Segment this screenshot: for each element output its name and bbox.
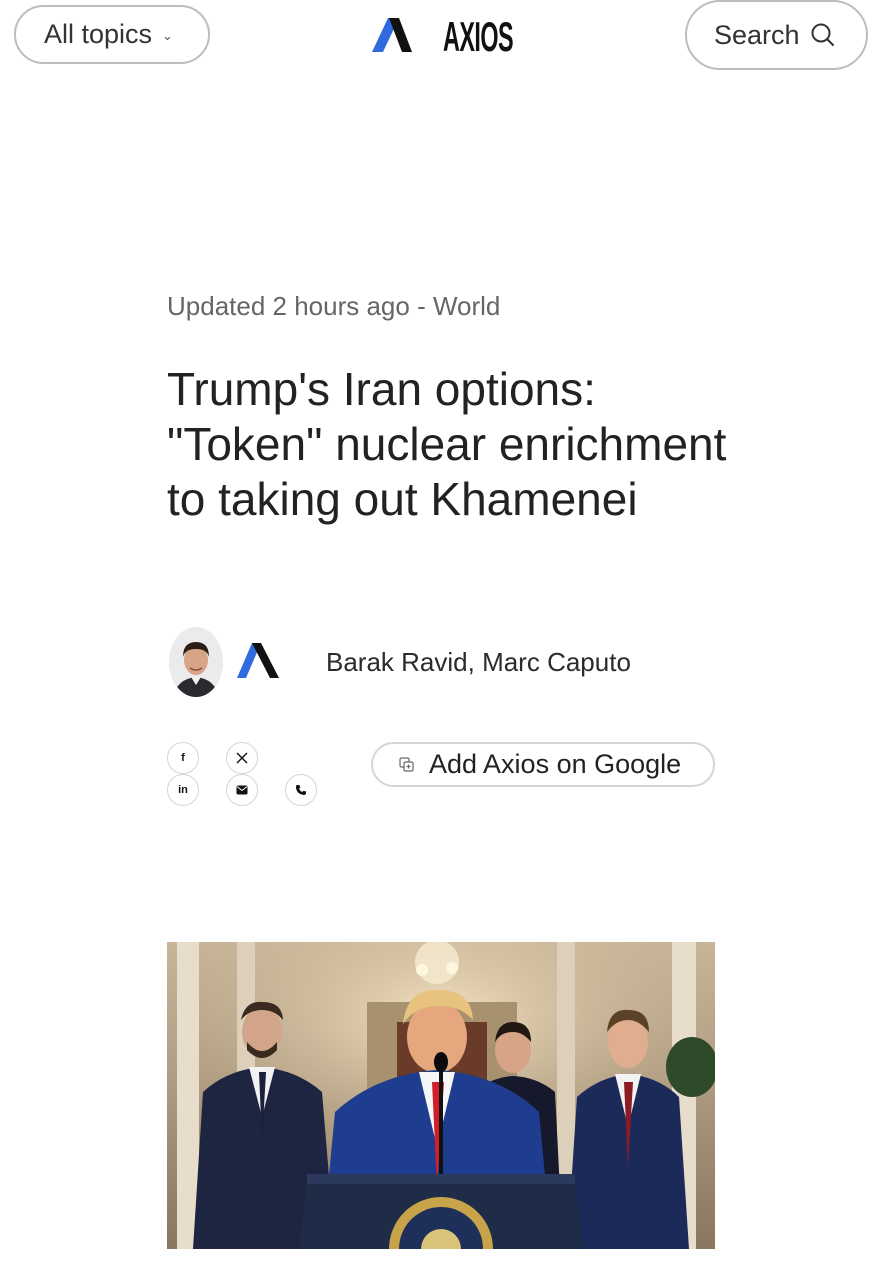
add-source-icon [399,756,414,772]
chevron-down-icon: ⌄ [162,27,173,43]
linkedin-share-button[interactable]: in [167,774,199,806]
phone-share-button[interactable] [285,774,317,806]
section-link[interactable]: World [433,291,500,321]
search-icon [811,23,834,46]
hero-image[interactable] [167,942,715,1249]
add-axios-on-google-button[interactable]: Add Axios on Google [371,742,715,787]
author-avatar[interactable] [169,627,223,697]
x-icon [236,752,248,764]
article-headline: Trump's Iran options: "Token" nuclear en… [167,363,727,525]
updated-time: Updated 2 hours ago [167,291,410,321]
email-share-button[interactable] [226,774,258,806]
top-nav: All topics ⌄ AXIOS Search [0,0,874,72]
search-label: Search [714,19,800,50]
facebook-share-button[interactable]: f [167,742,199,774]
search-button[interactable]: Search [685,0,868,70]
meta-separator: - [409,291,433,321]
axios-logo[interactable]: AXIOS [370,14,515,56]
facebook-icon: f [181,752,185,764]
author-photo-illustration [169,627,223,697]
x-share-button[interactable] [226,742,258,774]
add-axios-on-google-label: Add Axios on Google [429,749,682,779]
linkedin-icon: in [178,784,188,796]
email-icon [236,785,248,795]
axios-logo-text: AXIOS [443,14,513,56]
author-names[interactable]: Barak Ravid, Marc Caputo [326,647,631,678]
axios-author-icon[interactable] [236,640,280,682]
all-topics-label: All topics [44,19,153,49]
hero-photo-illustration [167,942,715,1249]
phone-icon [296,785,306,795]
all-topics-button[interactable]: All topics ⌄ [14,5,210,64]
article-meta: Updated 2 hours ago - World [167,291,500,322]
